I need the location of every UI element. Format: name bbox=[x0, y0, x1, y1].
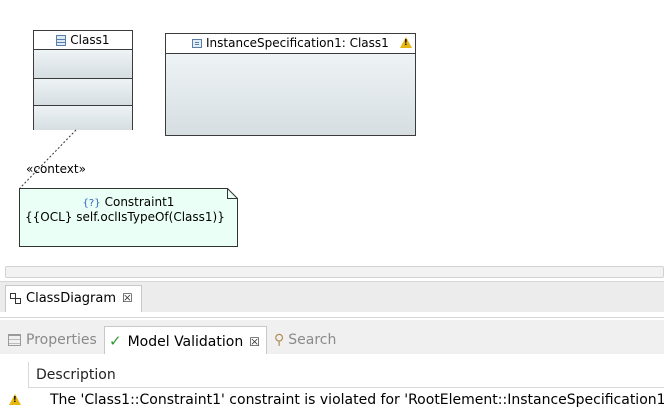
diagram-canvas[interactable]: Class1 InstanceSpecification1: Class1 ! … bbox=[0, 0, 664, 266]
tab-search[interactable]: ⚲ Search bbox=[274, 326, 336, 354]
properties-icon bbox=[8, 334, 21, 346]
tab-properties-label: Properties bbox=[26, 332, 97, 348]
tab-classdiagram-label: ClassDiagram bbox=[26, 291, 117, 306]
constraint-title: {?} Constraint1 bbox=[19, 195, 238, 209]
views-panel: Properties ✓ Model Validation ☒ ⚲ Search De… bbox=[0, 317, 664, 420]
constraint-note[interactable]: {?} Constraint1 {{OCL} self.oclIsTypeOf(C… bbox=[19, 188, 238, 247]
column-header-description[interactable]: Description bbox=[28, 362, 664, 388]
tab-search-label: Search bbox=[288, 332, 337, 348]
context-label: «context» bbox=[26, 162, 86, 176]
search-icon: ⚲ bbox=[274, 332, 285, 348]
warning-icon: ! bbox=[9, 394, 21, 405]
constraint-specification: {{OCL} self.oclIsTypeOf(Class1)} bbox=[25, 210, 225, 224]
close-icon[interactable]: ☒ bbox=[249, 335, 260, 349]
editor-tab-bar: ClassDiagram ☒ bbox=[0, 281, 664, 312]
tab-properties[interactable]: Properties bbox=[8, 326, 97, 354]
validation-message: The 'Class1::Constraint1' constraint is … bbox=[50, 392, 664, 408]
panel-tab-bar: Properties ✓ Model Validation ☒ ⚲ Search bbox=[0, 320, 664, 354]
table-row[interactable]: ! The 'Class1::Constraint1' constraint i… bbox=[0, 388, 664, 412]
check-icon: ✓ bbox=[109, 332, 122, 350]
tab-classdiagram[interactable]: ClassDiagram ☒ bbox=[5, 285, 142, 312]
constraint-name: Constraint1 bbox=[104, 195, 175, 209]
tab-model-validation[interactable]: ✓ Model Validation ☒ bbox=[104, 326, 267, 354]
canvas-horizontal-scrollbar[interactable] bbox=[5, 266, 664, 278]
constraint-icon: {?} bbox=[82, 198, 101, 209]
tab-model-validation-label: Model Validation bbox=[127, 334, 244, 350]
class-diagram-icon bbox=[10, 293, 21, 304]
close-icon[interactable]: ☒ bbox=[122, 291, 133, 305]
